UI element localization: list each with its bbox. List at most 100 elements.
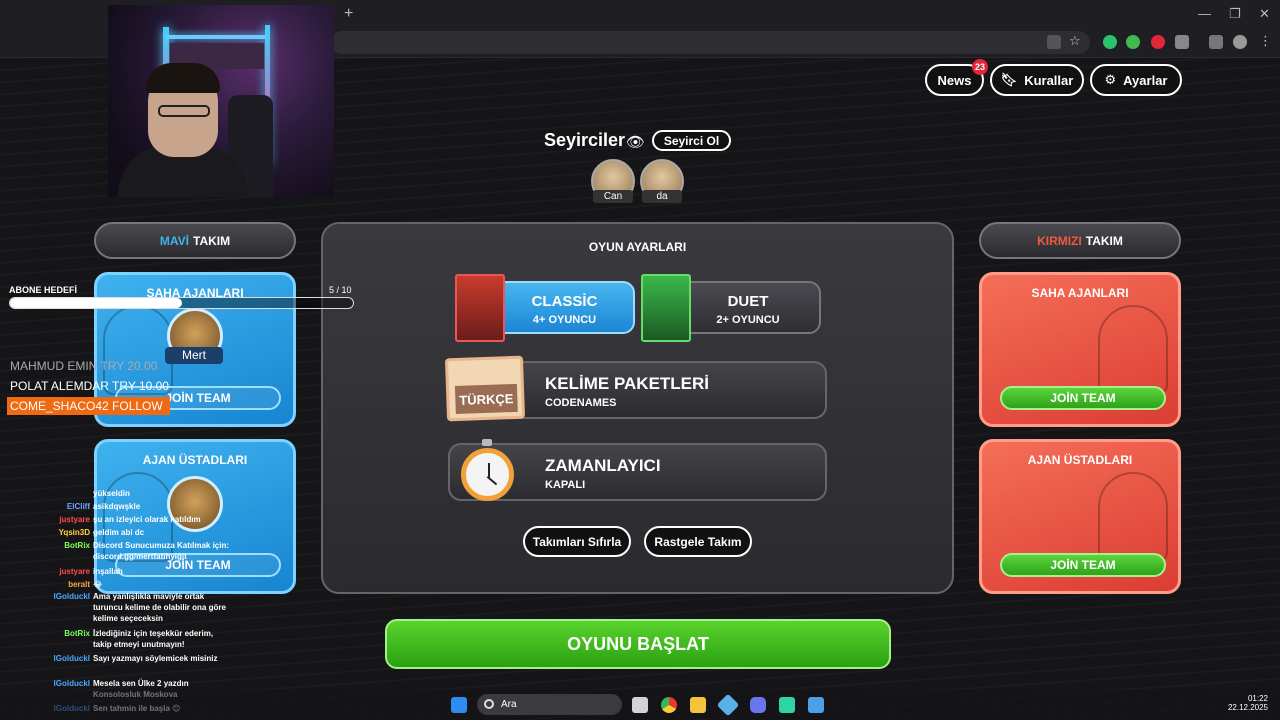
chat-text: Ama yanlışlıkla maviyle ortak turuncu ke…: [93, 592, 226, 623]
red-field-agents-card: SAHA AJANLARI JOİN TEAM: [979, 272, 1181, 427]
card-title: AJAN ÜSTADLARI: [1027, 453, 1133, 467]
mode-subtitle: 2+ OYUNCU: [716, 314, 780, 326]
chat-text: asikdqwşkle: [93, 502, 141, 511]
media-icon[interactable]: [1209, 35, 1223, 49]
red-team-suffix: TAKIM: [1085, 233, 1123, 248]
webcam-overlay: [108, 5, 334, 197]
sub-goal-fill: [10, 298, 182, 308]
rules-button[interactable]: 🔖︎ Kurallar: [990, 64, 1084, 96]
join-team-button[interactable]: JOİN TEAM: [1000, 553, 1166, 577]
chat-text: Sayı yazmayı söylemicek misiniz: [93, 654, 218, 663]
news-label: News: [937, 72, 972, 88]
mode-subtitle: 4+ OYUNCU: [532, 314, 597, 326]
task-view-icon[interactable]: [632, 697, 648, 713]
rules-label: Kurallar: [1024, 72, 1074, 88]
maximize-icon[interactable]: ❐: [1229, 6, 1241, 22]
blue-team-header: MAVİ TAKIM: [94, 222, 296, 259]
become-spectator-button[interactable]: Seyirci Ol: [652, 130, 731, 151]
stopwatch-knob: [482, 439, 492, 446]
news-button[interactable]: News 23: [925, 59, 988, 96]
extension-shield-icon[interactable]: [1103, 35, 1117, 49]
donation-line: POLAT ALEMDAR TRY 10.00: [10, 379, 169, 393]
red-team-header: KIRMIZI TAKIM: [979, 222, 1181, 259]
search-icon: [484, 699, 494, 709]
clock-time: 01:22: [1247, 694, 1268, 703]
join-team-button[interactable]: JOİN TEAM: [1000, 386, 1166, 410]
agent-silhouette: [1098, 472, 1168, 562]
gear-icon: ⚙: [1104, 72, 1117, 87]
chat-text: Discord Sunucumuza Katılmak için: discor…: [93, 541, 230, 561]
mode-title: CLASSİC: [531, 293, 598, 310]
extension-vpn-icon[interactable]: [1126, 35, 1140, 49]
red-team-prefix: KIRMIZI: [1037, 233, 1082, 248]
chat-text: İzlediğiniz için teşekkür ederim, takip …: [93, 629, 214, 649]
random-teams-button[interactable]: Rastgele Takım: [644, 526, 752, 557]
eye-icon: 👁︎: [626, 134, 646, 151]
sub-goal-bar: [9, 297, 354, 309]
new-tab-icon[interactable]: +: [344, 5, 353, 23]
chat-text: inşallah: [93, 567, 123, 576]
discord-icon[interactable]: [750, 697, 766, 713]
taskbar-search[interactable]: Ara: [477, 694, 622, 715]
chat-username: lGolduckl: [53, 592, 90, 601]
spectators-title: Seyirciler: [544, 130, 626, 150]
chat-username: Yqsin3D: [58, 528, 90, 537]
extension-record-icon[interactable]: [1151, 35, 1165, 49]
word-packs-title: KELİME PAKETLERİ: [545, 374, 710, 393]
chat-username: ElCliff: [66, 502, 90, 511]
start-icon[interactable]: [451, 697, 467, 713]
card-title: SAHA AJANLARI: [1031, 286, 1129, 300]
duet-box-art: [641, 274, 691, 342]
app-icon[interactable]: [808, 697, 824, 713]
minimize-icon[interactable]: —: [1198, 6, 1211, 21]
profile-icon[interactable]: [1233, 35, 1247, 49]
follow-alert: COME_SHACO42 FOLLOW: [7, 397, 170, 415]
chat-text: şu an izleyici olarak katıldım: [93, 515, 201, 524]
stopwatch-icon: [461, 448, 514, 501]
chat-username: beralt: [68, 580, 90, 589]
blue-team-suffix: TAKIM: [193, 233, 231, 248]
translate-icon[interactable]: [1047, 35, 1061, 49]
file-explorer-icon[interactable]: [690, 697, 706, 713]
menu-icon[interactable]: ⋮: [1259, 33, 1273, 48]
classic-box-art: [455, 274, 505, 342]
timer-title: ZAMANLAYICI: [545, 456, 661, 475]
chat-text: 😂: [93, 580, 103, 589]
chat-text: geldim abi dc: [93, 528, 145, 537]
red-spymasters-card: AJAN ÜSTADLARI JOİN TEAM: [979, 439, 1181, 594]
settings-label: Ayarlar: [1123, 72, 1168, 88]
app-icon[interactable]: [779, 697, 795, 713]
address-bar[interactable]: [330, 31, 1090, 54]
settings-button[interactable]: ⚙ Ayarlar: [1090, 64, 1182, 96]
chat-username: BotRix: [64, 541, 90, 550]
game-settings-title: OYUN AYARLARI: [588, 240, 687, 254]
chat-username: justyare: [59, 567, 90, 576]
donation-line: MAHMUD EMIN TRY 20.00: [10, 359, 158, 373]
news-badge: 23: [972, 59, 988, 75]
reset-teams-button[interactable]: Takımları Sıfırla: [523, 526, 631, 557]
chat-username: justyare: [59, 515, 90, 524]
sub-goal-label: ABONE HEDEFİ: [9, 285, 78, 295]
turkish-pack-badge: TÜRKÇE: [444, 355, 526, 422]
chrome-icon[interactable]: [661, 697, 677, 713]
screen: + — ❐ ✕ ☆ ⋮ News 23 🔖︎ Kurallar ⚙ Ayarla…: [0, 0, 1280, 720]
turkish-pack-label: TÜRKÇE: [454, 383, 518, 415]
sub-goal-count: 5 / 10: [329, 285, 352, 295]
player-name: Mert: [165, 347, 223, 364]
bookmark-icon: 🔖︎: [1000, 72, 1018, 87]
chat-username: lGolduckl: [53, 679, 90, 688]
close-icon[interactable]: ✕: [1259, 6, 1270, 22]
mode-title: DUET: [727, 293, 769, 310]
word-packs-subtitle: CODENAMES: [545, 397, 617, 409]
star-icon[interactable]: ☆: [1069, 33, 1083, 48]
search-placeholder: Ara: [501, 699, 517, 710]
card-title: AJAN ÜSTADLARI: [142, 453, 248, 467]
clock[interactable]: 01:22 22.12.2025: [1222, 694, 1268, 712]
chat-username: BotRix: [64, 629, 90, 638]
blue-team-prefix: MAVİ: [159, 233, 189, 248]
extensions-icon[interactable]: [1175, 35, 1189, 49]
timer-subtitle: KAPALI: [545, 479, 586, 491]
start-game-button[interactable]: OYUNU BAŞLAT: [385, 619, 891, 669]
clock-date: 22.12.2025: [1227, 703, 1268, 712]
spectator-name: Can: [593, 190, 633, 203]
